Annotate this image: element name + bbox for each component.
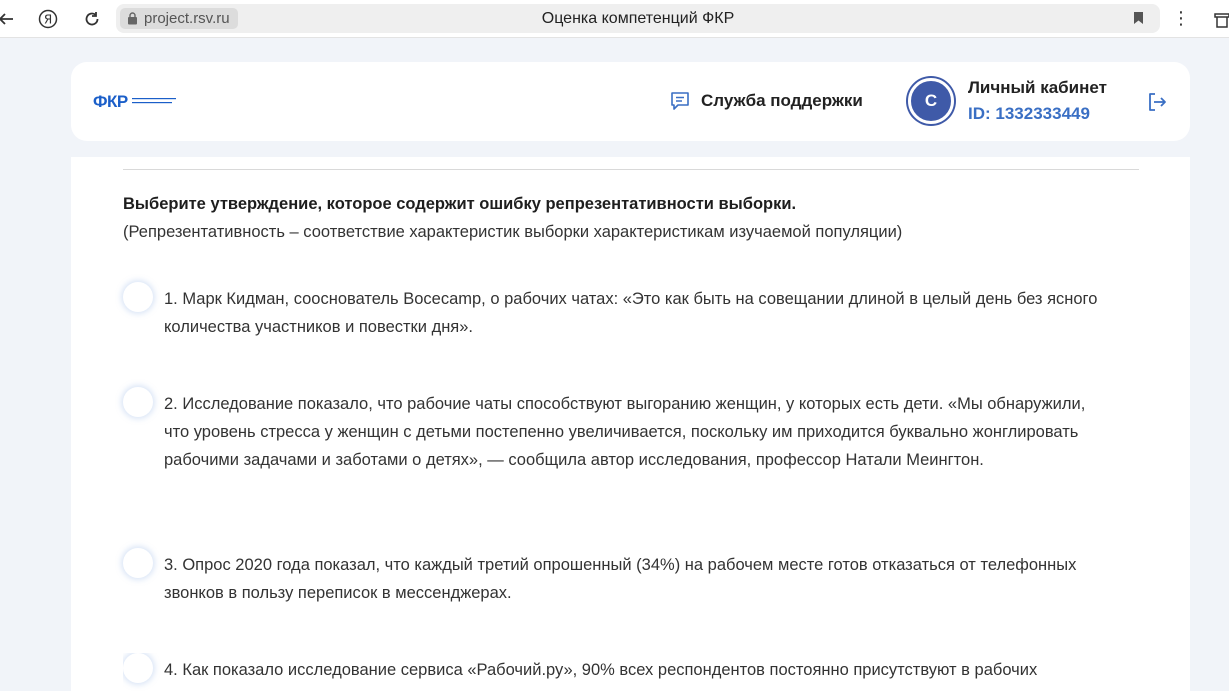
question-card: Выберите утверждение, которое содержит о… <box>71 157 1190 691</box>
answer-option-1[interactable]: 1. Марк Кидман, сооснователь Bocecamp, о… <box>123 282 1123 342</box>
bookmark-icon[interactable] <box>1133 11 1144 25</box>
option-text: 3. Опрос 2020 года показал, что каждый т… <box>164 556 1077 602</box>
option-text: 1. Марк Кидман, сооснователь Bocecamp, о… <box>164 290 1098 336</box>
radio-button[interactable] <box>123 282 153 312</box>
personal-cabinet-link[interactable]: Личный кабинет <box>968 78 1107 98</box>
fkr-logo[interactable]: ФКР <box>93 92 178 112</box>
logout-icon[interactable] <box>1145 90 1169 114</box>
option-text: 4. Как показало исследование сервиса «Ра… <box>164 661 1038 679</box>
answer-option-4[interactable]: 4. Как показало исследование сервиса «Ра… <box>123 653 1123 691</box>
user-avatar[interactable]: С <box>908 78 954 124</box>
option-text: 2. Исследование показало, что рабочие ча… <box>164 395 1086 469</box>
question-note: (Репрезентативность – соответствие харак… <box>123 223 903 241</box>
reload-icon[interactable] <box>80 7 104 31</box>
yandex-icon[interactable]: Я <box>36 7 60 31</box>
radio-button[interactable] <box>123 548 153 578</box>
browser-menu-icon[interactable]: ⋮ <box>1172 7 1190 31</box>
logo-mark: ФКР <box>93 92 128 111</box>
back-arrow-icon[interactable] <box>0 7 18 31</box>
tab-title: Оценка компетенций ФКР <box>541 10 735 27</box>
question-title: Выберите утверждение, которое содержит о… <box>123 195 797 213</box>
radio-button[interactable] <box>123 653 153 683</box>
answer-option-3[interactable]: 3. Опрос 2020 года показал, что каждый т… <box>123 548 1123 608</box>
support-link[interactable]: Служба поддержки <box>669 90 863 112</box>
radio-button[interactable] <box>123 387 153 417</box>
answer-option-2[interactable]: 2. Исследование показало, что рабочие ча… <box>123 387 1123 502</box>
extensions-icon[interactable] <box>1212 9 1229 29</box>
divider <box>123 169 1139 170</box>
logo-subtitle-graphic <box>131 98 176 104</box>
browser-toolbar: Я project.rsv.ru Оценка компетенций ФКР … <box>0 0 1229 38</box>
address-bar[interactable]: project.rsv.ru Оценка компетенций ФКР <box>116 4 1160 33</box>
chat-support-icon <box>671 92 689 110</box>
user-id: ID: 1332333449 <box>968 104 1090 123</box>
svg-text:Я: Я <box>44 13 52 27</box>
site-header: ФКР Служба поддержки С Личный кабинет ID… <box>71 62 1190 141</box>
support-label: Служба поддержки <box>701 91 863 110</box>
